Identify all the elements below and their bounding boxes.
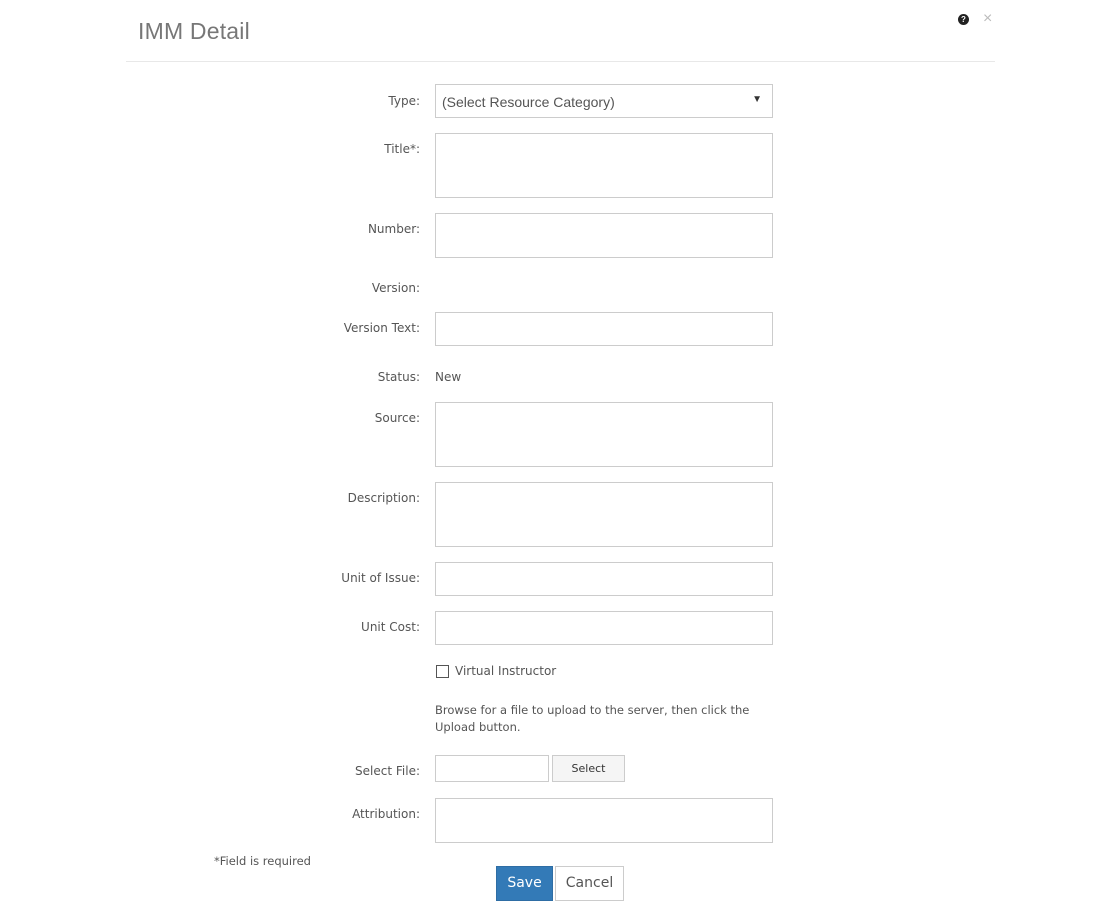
title-textarea[interactable] bbox=[435, 133, 773, 198]
save-button[interactable]: Save bbox=[496, 866, 553, 901]
close-icon[interactable]: × bbox=[983, 10, 992, 28]
upload-help-text: Browse for a file to upload to the serve… bbox=[435, 703, 750, 734]
type-label: Type: bbox=[388, 94, 420, 108]
number-textarea[interactable] bbox=[435, 213, 773, 258]
chevron-down-icon: ▼ bbox=[752, 94, 762, 105]
attribution-textarea[interactable] bbox=[435, 798, 773, 843]
help-icon[interactable]: ? bbox=[958, 14, 969, 25]
required-note: *Field is required bbox=[214, 854, 311, 868]
description-textarea[interactable] bbox=[435, 482, 773, 547]
cancel-button[interactable]: Cancel bbox=[555, 866, 624, 901]
type-select[interactable]: (Select Resource Category) ▼ bbox=[435, 84, 773, 118]
description-label: Description: bbox=[347, 491, 420, 505]
unit-cost-label: Unit Cost: bbox=[361, 620, 420, 634]
version-text-label: Version Text: bbox=[343, 321, 420, 335]
select-file-label: Select File: bbox=[355, 764, 420, 778]
virtual-instructor-checkbox[interactable] bbox=[436, 665, 449, 678]
file-name-input[interactable] bbox=[435, 755, 549, 782]
dialog-title: IMM Detail bbox=[138, 18, 250, 44]
source-label: Source: bbox=[374, 411, 420, 425]
type-selected-value: (Select Resource Category) bbox=[442, 94, 615, 110]
version-text-input[interactable] bbox=[435, 312, 773, 346]
unit-cost-input[interactable] bbox=[435, 611, 773, 645]
status-value: New bbox=[435, 370, 462, 384]
attribution-label: Attribution: bbox=[352, 807, 420, 821]
select-file-button[interactable]: Select bbox=[552, 755, 625, 782]
virtual-instructor-label[interactable]: Virtual Instructor bbox=[455, 664, 556, 678]
number-label: Number: bbox=[367, 222, 420, 236]
title-label: Title*: bbox=[384, 142, 420, 156]
unit-of-issue-label: Unit of Issue: bbox=[341, 571, 420, 585]
status-label: Status: bbox=[377, 370, 420, 384]
unit-of-issue-input[interactable] bbox=[435, 562, 773, 596]
header-divider bbox=[126, 61, 995, 62]
version-label: Version: bbox=[371, 281, 420, 295]
source-textarea[interactable] bbox=[435, 402, 773, 467]
